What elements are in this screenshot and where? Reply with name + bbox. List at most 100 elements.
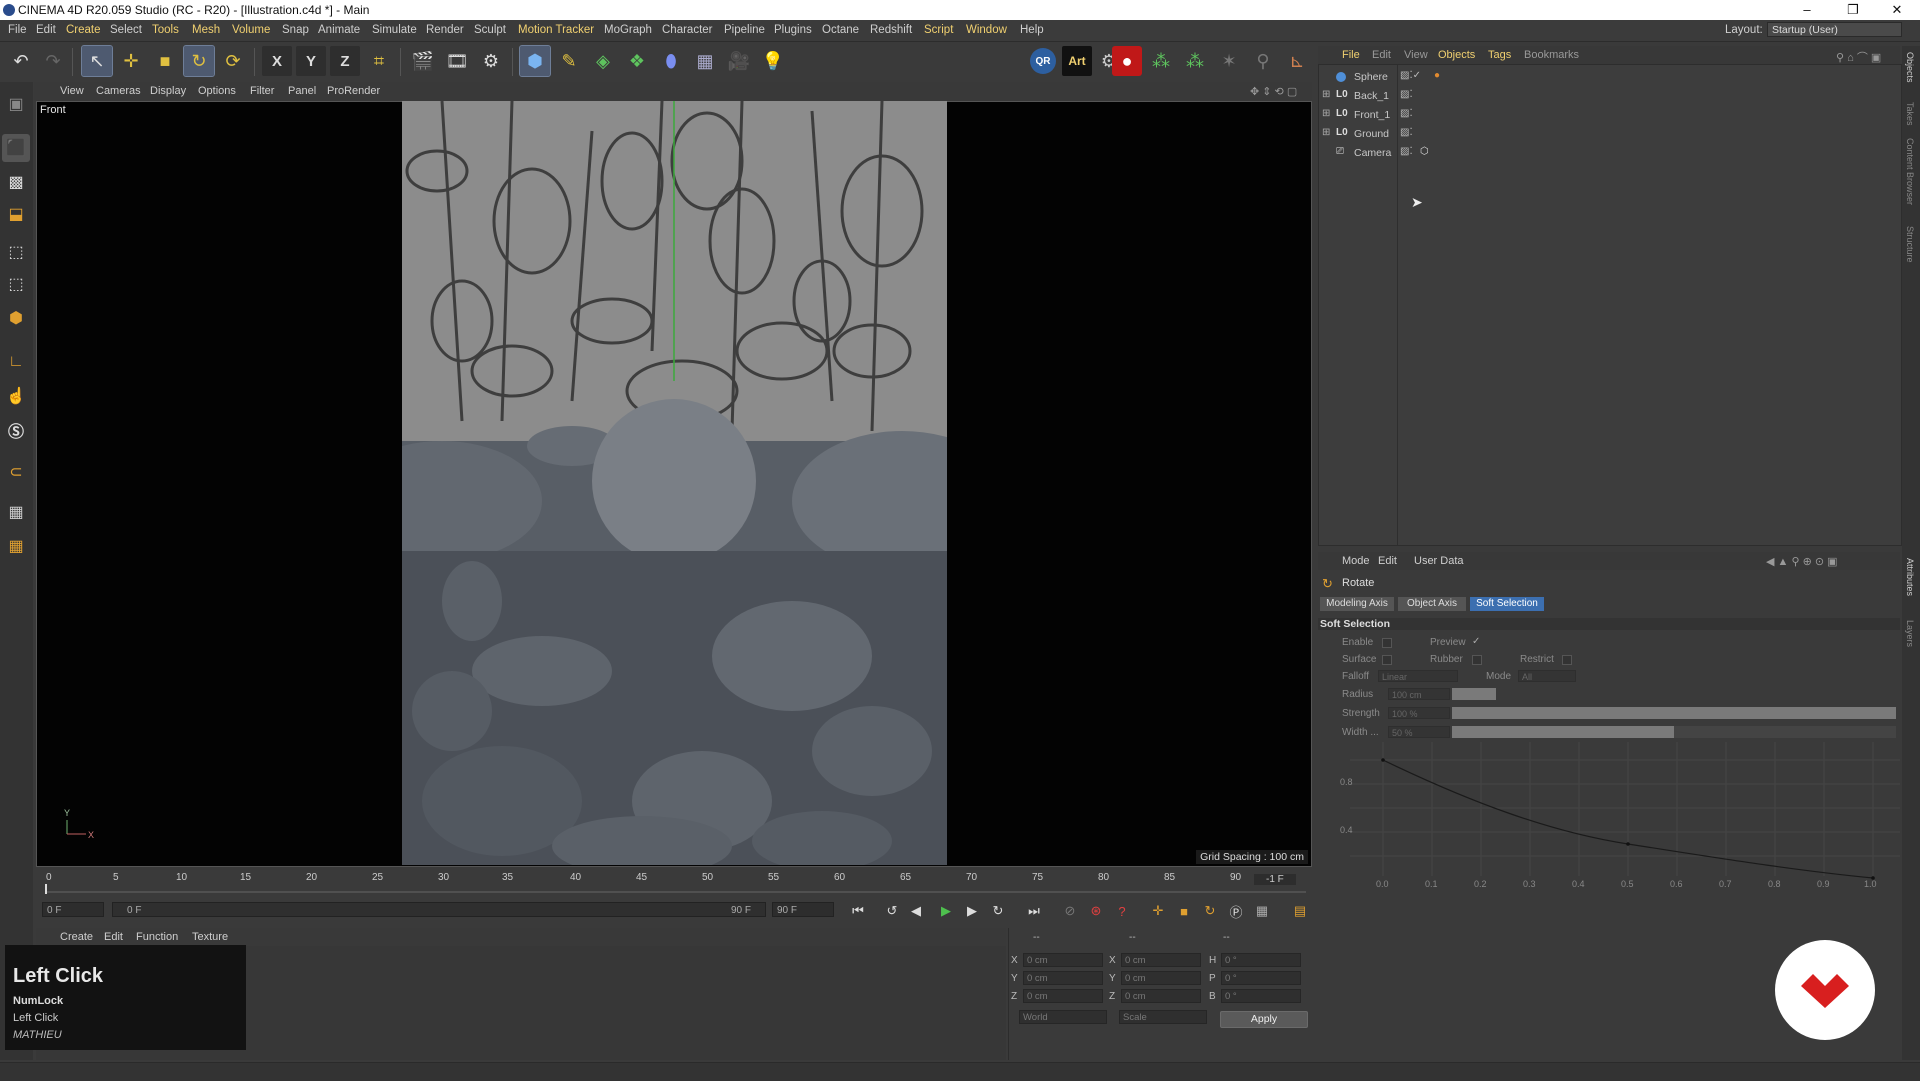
- render-settings-icon[interactable]: ⚙: [476, 46, 506, 76]
- viewport-menu-cameras[interactable]: Cameras: [96, 85, 141, 97]
- menu-simulate[interactable]: Simulate: [372, 24, 417, 36]
- viewport-menu-prorender[interactable]: ProRender: [327, 85, 380, 97]
- tab-object-axis[interactable]: Object Axis: [1398, 597, 1466, 611]
- position-x-field[interactable]: 0 cm: [1023, 953, 1103, 967]
- layout-dropdown[interactable]: Startup (User): [1767, 22, 1902, 37]
- size-z-field[interactable]: 0 cm: [1121, 989, 1201, 1003]
- redo-icon[interactable]: ↷: [38, 46, 68, 76]
- texture-mode-icon[interactable]: ▩: [2, 168, 30, 196]
- tool-icon-a[interactable]: ✶: [1214, 46, 1244, 76]
- menu-redshift[interactable]: Redshift: [870, 24, 912, 36]
- menu-edit[interactable]: Edit: [36, 24, 56, 36]
- scale-key-icon[interactable]: ■: [1174, 901, 1194, 921]
- workplane-lock-icon[interactable]: ▦: [2, 498, 30, 526]
- snap-settings-icon[interactable]: ▦: [2, 532, 30, 560]
- visibility-toggle-icon[interactable]: ▨⁚: [1400, 108, 1413, 119]
- tool-icon-c[interactable]: ⊾: [1282, 46, 1312, 76]
- object-name[interactable]: Sphere: [1354, 71, 1388, 83]
- menu-volume[interactable]: Volume: [232, 24, 270, 36]
- om-search-icon[interactable]: ⚲ ⌂ ⌒ ▣: [1836, 49, 1881, 65]
- menu-mesh[interactable]: Mesh: [192, 24, 220, 36]
- previous-frame-icon[interactable]: ◀: [906, 901, 926, 921]
- mograph-fracture-icon[interactable]: ⁂: [1180, 46, 1210, 76]
- deformer-icon[interactable]: ⬮: [656, 46, 686, 76]
- restore-button[interactable]: ❐: [1830, 0, 1876, 20]
- am-menu-mode[interactable]: Mode: [1342, 555, 1370, 567]
- radius-field[interactable]: 100 cm: [1388, 688, 1450, 700]
- om-menu-edit[interactable]: Edit: [1372, 49, 1391, 61]
- object-row-ground[interactable]: ⊞ L0 Ground ▨⁚: [1318, 126, 1898, 144]
- menu-render[interactable]: Render: [426, 24, 464, 36]
- solo-mode-icon[interactable]: Ⓢ: [2, 416, 30, 444]
- expand-icon[interactable]: ⊞: [1322, 108, 1330, 119]
- polygons-mode-icon[interactable]: ⬢: [2, 304, 30, 332]
- rotation-key-icon[interactable]: ↻: [1200, 901, 1220, 921]
- recent-tool-icon[interactable]: ⟳: [218, 46, 248, 76]
- strength-slider[interactable]: [1452, 707, 1896, 719]
- z-axis-lock-button[interactable]: Z: [330, 46, 360, 76]
- object-row-camera[interactable]: ⎚ Camera ▨⁚ ⬡: [1318, 145, 1898, 163]
- surface-checkbox[interactable]: [1382, 655, 1392, 665]
- size-y-field[interactable]: 0 cm: [1121, 971, 1201, 985]
- scale-icon[interactable]: ■: [150, 46, 180, 76]
- side-tab-attributes[interactable]: Attributes: [1905, 558, 1915, 596]
- om-menu-tags[interactable]: Tags: [1488, 49, 1511, 61]
- menu-pipeline[interactable]: Pipeline: [724, 24, 765, 36]
- play-icon[interactable]: ▶: [936, 901, 956, 921]
- menu-script[interactable]: Script: [924, 24, 953, 36]
- frame-range-slider[interactable]: 0 F 90 F: [112, 902, 766, 917]
- render-picture-viewer-icon[interactable]: 🎞: [442, 46, 472, 76]
- record-icon[interactable]: ●: [1112, 46, 1142, 76]
- menu-file[interactable]: File: [8, 24, 27, 36]
- model-mode-icon[interactable]: ⬛: [2, 134, 30, 162]
- current-frame-readout[interactable]: -1 F: [1254, 874, 1296, 885]
- x-axis-lock-button[interactable]: X: [262, 46, 292, 76]
- side-tab-layers[interactable]: Layers: [1905, 620, 1915, 647]
- om-menu-file[interactable]: File: [1342, 49, 1360, 61]
- menu-snap[interactable]: Snap: [282, 24, 309, 36]
- array-generator-icon[interactable]: ❖: [622, 46, 652, 76]
- start-frame-field[interactable]: 0 F: [42, 902, 104, 917]
- restrict-checkbox[interactable]: [1562, 655, 1572, 665]
- mograph-cloner-icon[interactable]: ⁂: [1146, 46, 1176, 76]
- side-tab-content-browser[interactable]: Content Browser: [1905, 138, 1915, 205]
- y-axis-lock-button[interactable]: Y: [296, 46, 326, 76]
- visibility-toggle-icon[interactable]: ▨⁚: [1400, 127, 1413, 138]
- menu-octane[interactable]: Octane: [822, 24, 859, 36]
- viewport-nav-icons[interactable]: ✥ ⇕ ⟲ ▢: [1250, 85, 1297, 98]
- preview-checkbox[interactable]: ✓: [1472, 636, 1480, 647]
- am-menu-user-data[interactable]: User Data: [1414, 555, 1464, 567]
- material-tag-icon[interactable]: ●: [1434, 70, 1440, 81]
- menu-select[interactable]: Select: [110, 24, 142, 36]
- coordinate-system-icon[interactable]: ⌗: [364, 46, 394, 76]
- position-y-field[interactable]: 0 cm: [1023, 971, 1103, 985]
- menu-motion-tracker[interactable]: Motion Tracker: [518, 24, 594, 36]
- viewport-menu-options[interactable]: Options: [198, 85, 236, 97]
- camera-tool-icon[interactable]: 🎥: [724, 46, 754, 76]
- snapping-icon[interactable]: ⊂: [2, 458, 30, 486]
- viewport-menu-view[interactable]: View: [60, 85, 84, 97]
- size-mode-dropdown[interactable]: Scale: [1119, 1010, 1207, 1024]
- falloff-dropdown[interactable]: Linear: [1378, 670, 1458, 682]
- render-view-icon[interactable]: 🎬: [408, 46, 438, 76]
- menu-create[interactable]: Create: [66, 24, 101, 36]
- position-key-icon[interactable]: ✛: [1148, 901, 1168, 921]
- object-row-back[interactable]: ⊞ L0 Back_1 ▨⁚: [1318, 88, 1898, 106]
- go-to-end-icon[interactable]: ⏭: [1024, 901, 1044, 921]
- am-menu-edit[interactable]: Edit: [1378, 555, 1397, 567]
- pla-key-icon[interactable]: ▦: [1252, 901, 1272, 921]
- visibility-toggle-icon[interactable]: ▨⁚: [1400, 89, 1413, 100]
- live-selection-icon[interactable]: ↖: [81, 45, 113, 77]
- om-menu-bookmarks[interactable]: Bookmarks: [1524, 49, 1579, 61]
- menu-plugins[interactable]: Plugins: [774, 24, 812, 36]
- tab-modeling-axis[interactable]: Modeling Axis: [1320, 597, 1394, 611]
- object-row-front[interactable]: ⊞ L0 Front_1 ▨⁚: [1318, 107, 1898, 125]
- next-frame-icon[interactable]: ▶: [962, 901, 982, 921]
- pen-spline-icon[interactable]: ✎: [554, 46, 584, 76]
- menu-tools[interactable]: Tools: [152, 24, 179, 36]
- rotation-b-field[interactable]: 0 °: [1221, 989, 1301, 1003]
- close-button[interactable]: ✕: [1874, 0, 1920, 20]
- side-tab-objects[interactable]: Objects: [1905, 52, 1915, 83]
- scene-render[interactable]: [402, 101, 947, 865]
- visibility-toggle-icon[interactable]: ▨⁚: [1400, 146, 1413, 157]
